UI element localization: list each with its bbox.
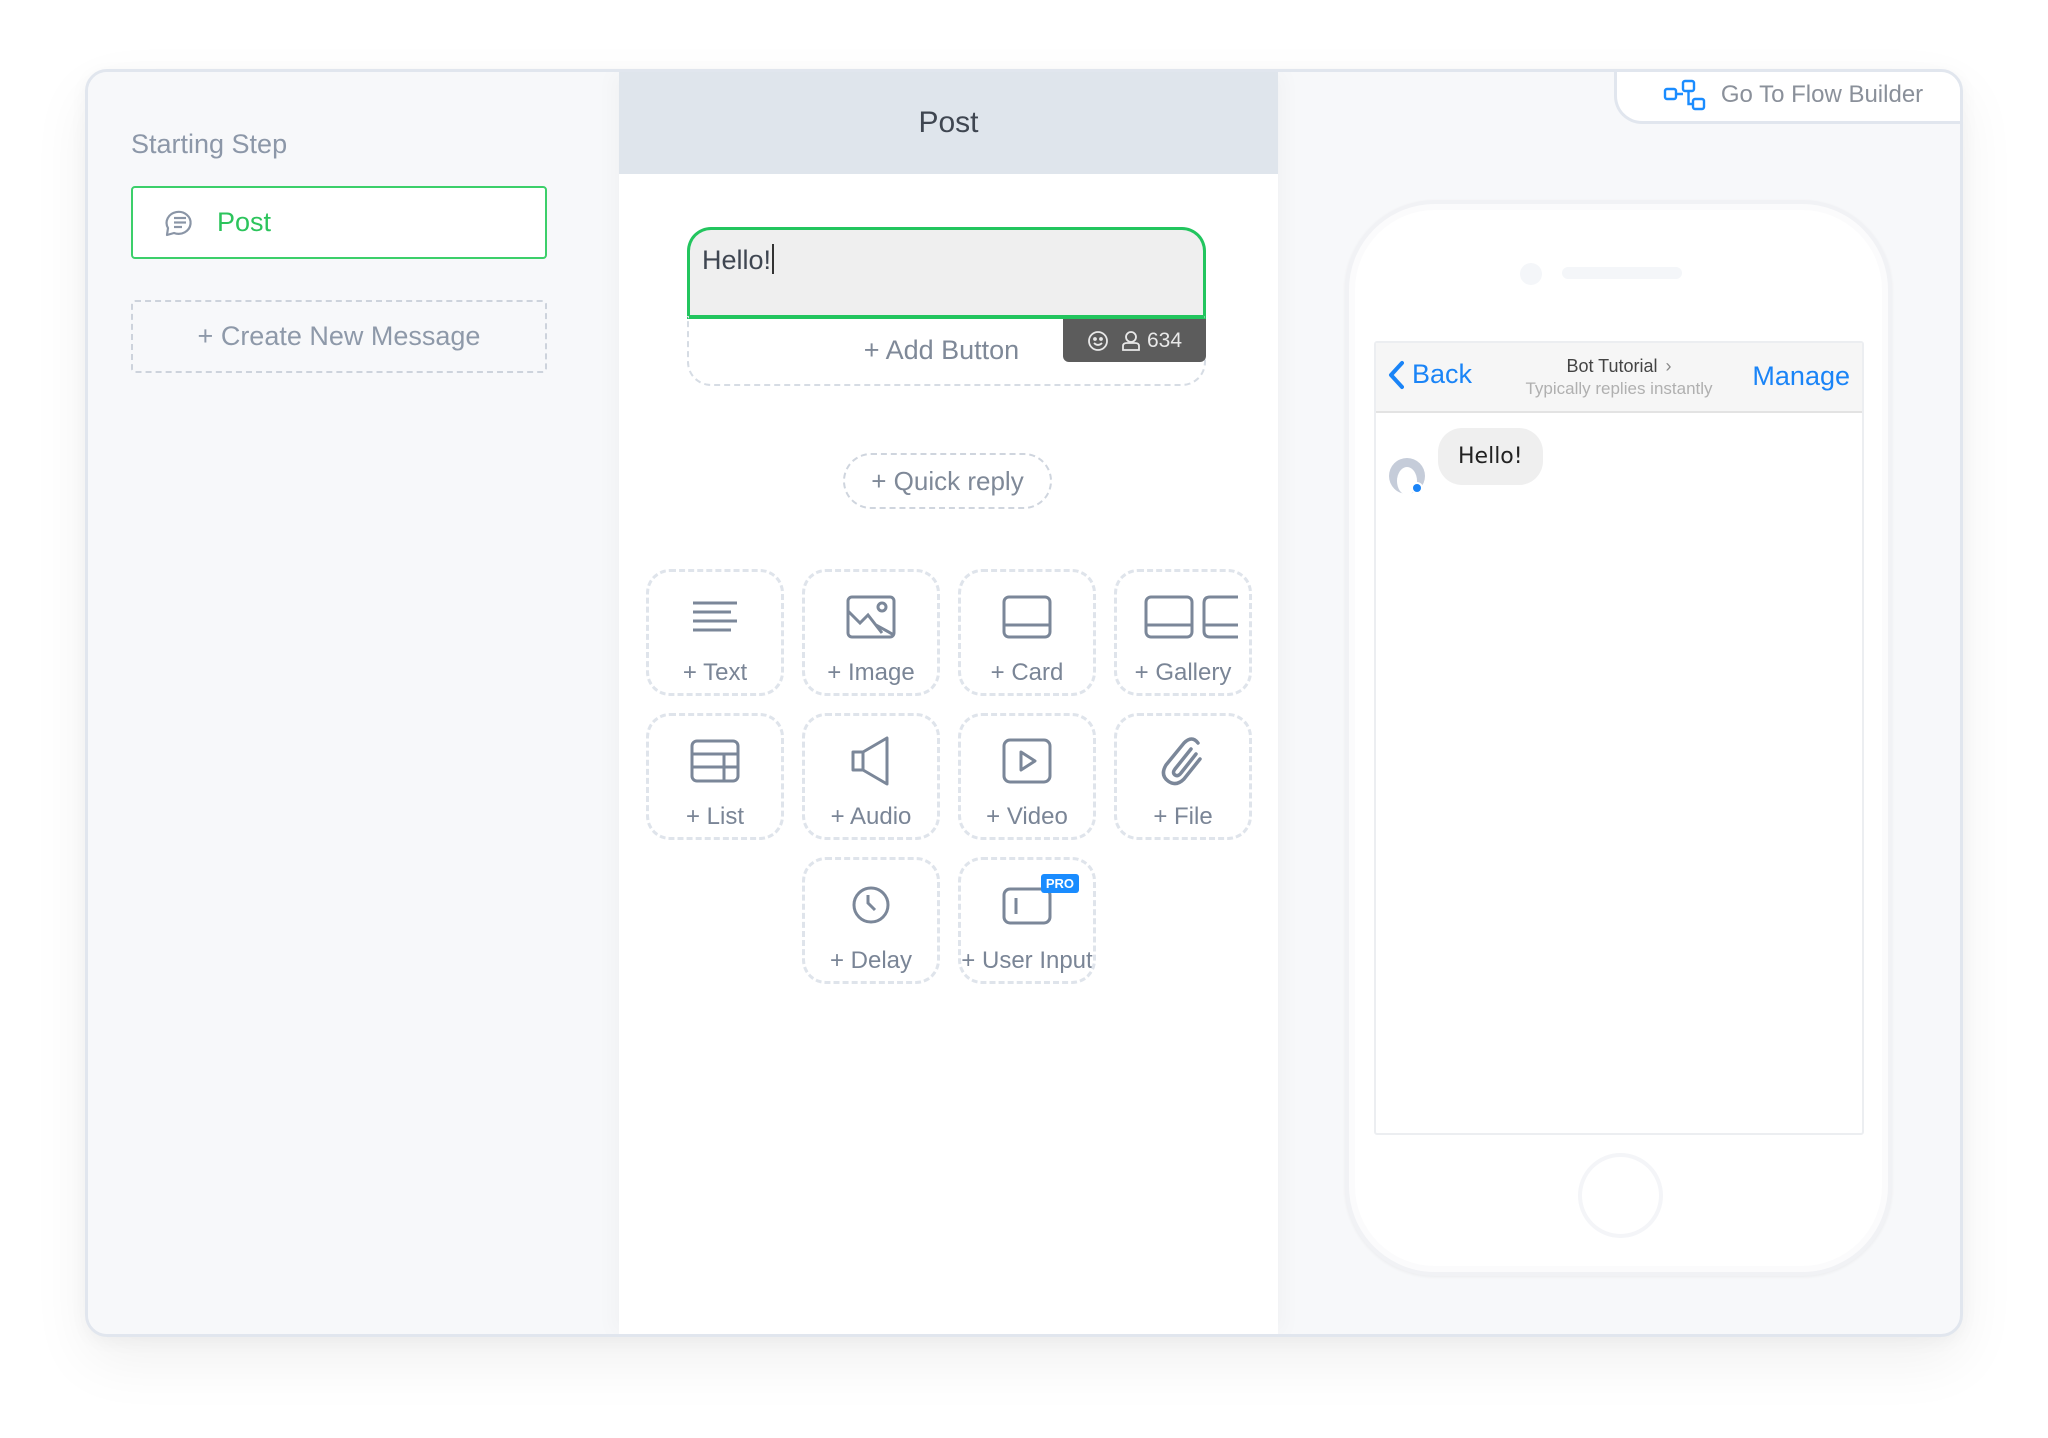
tile-label: + List	[685, 803, 745, 830]
phone-preview: Back Bot Tutorial › Typically replies ins…	[1345, 200, 1892, 1276]
video-play-icon	[1002, 738, 1052, 784]
card-icon	[1002, 595, 1052, 639]
step-item-post[interactable]: Post	[131, 186, 547, 259]
tile-label: + File	[1153, 803, 1213, 830]
message-text: Hello!	[702, 245, 772, 275]
pro-badge: PRO	[1040, 874, 1079, 893]
image-icon	[846, 595, 896, 639]
tile-label: + Delay	[829, 947, 913, 974]
flow-builder-label: Go To Flow Builder	[1720, 81, 1924, 108]
phone-camera	[1520, 263, 1542, 285]
clock-icon	[852, 886, 890, 924]
text-caret	[772, 244, 775, 274]
quick-reply-button[interactable]: + Quick reply	[843, 453, 1052, 509]
add-list-tile[interactable]: + List	[646, 713, 784, 840]
paperclip-icon	[1161, 737, 1202, 786]
gallery-icon	[1144, 595, 1238, 639]
create-new-message-button[interactable]: + Create New Message	[131, 300, 547, 373]
message-bubble-icon	[165, 210, 192, 236]
user-icon	[1122, 330, 1140, 351]
chat-message-row: Hello!	[1388, 428, 1543, 495]
broadcast-editor-window: Starting Step Post + Create New Message …	[85, 69, 1963, 1337]
add-user-input-tile[interactable]: PRO + User Input	[958, 857, 1096, 984]
add-audio-tile[interactable]: + Audio	[802, 713, 940, 840]
message-editor: Post Hello! + Add Button 634 + Quick rep…	[619, 72, 1278, 1334]
add-delay-tile[interactable]: + Delay	[802, 857, 940, 984]
smiley-icon[interactable]	[1087, 330, 1109, 352]
speaker-icon	[851, 736, 889, 786]
avatar-icon	[1389, 458, 1425, 495]
tile-label: + Card	[990, 659, 1064, 686]
tile-label: + Text	[682, 659, 748, 686]
manage-button[interactable]: Manage	[1752, 361, 1850, 392]
steps-sidebar: Starting Step Post + Create New Message	[88, 72, 619, 1334]
bot-name: Bot Tutorial	[1566, 356, 1658, 376]
add-file-tile[interactable]: + File	[1114, 713, 1252, 840]
editor-title: Post	[619, 72, 1278, 174]
message-text-input[interactable]: Hello!	[687, 227, 1206, 319]
text-lines-icon	[693, 601, 737, 632]
flow-diagram-icon	[1663, 79, 1706, 111]
tile-label: + Audio	[830, 803, 912, 830]
messenger-preview-screen: Back Bot Tutorial › Typically replies ins…	[1374, 341, 1864, 1135]
phone-speaker	[1562, 267, 1682, 279]
tile-label: + Image	[827, 659, 915, 686]
add-video-tile[interactable]: + Video	[958, 713, 1096, 840]
add-card-tile[interactable]: + Card	[958, 569, 1096, 696]
chevron-right-icon: ›	[1665, 356, 1672, 376]
add-gallery-tile[interactable]: + Gallery	[1114, 569, 1252, 696]
phone-home-button	[1578, 1153, 1663, 1238]
message-toolbar: 634	[1063, 319, 1206, 362]
add-text-tile[interactable]: + Text	[646, 569, 784, 696]
list-table-icon	[690, 739, 740, 783]
add-image-tile[interactable]: + Image	[802, 569, 940, 696]
tile-label: + Gallery	[1134, 659, 1232, 686]
step-label: Post	[217, 207, 272, 237]
tile-label: + Video	[986, 803, 1068, 830]
user-count-value: 634	[1146, 328, 1183, 352]
bot-avatar	[1388, 457, 1426, 495]
sidebar-title: Starting Step	[131, 129, 288, 159]
user-count: 634	[1121, 329, 1182, 353]
chat-header: Back Bot Tutorial › Typically replies ins…	[1376, 343, 1862, 413]
tile-label: + User Input	[961, 947, 1093, 974]
go-to-flow-builder-button[interactable]: Go To Flow Builder	[1614, 72, 1960, 124]
chat-bubble: Hello!	[1438, 428, 1543, 485]
